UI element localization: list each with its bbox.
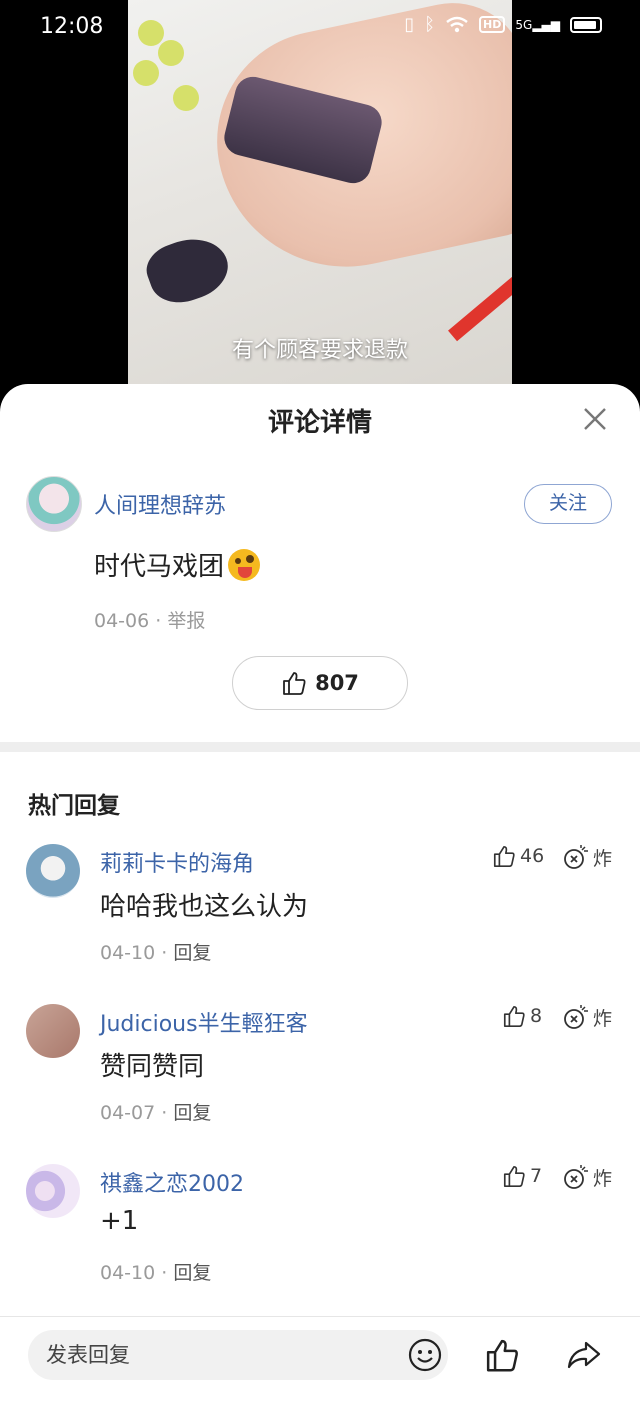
avatar[interactable] [26,476,82,532]
status-time: 12:08 [40,14,104,39]
network-label: 5G [515,17,533,32]
reply-like-count: 8 [530,1005,543,1027]
reply-like-count: 46 [520,845,545,867]
avatar[interactable] [26,1004,80,1058]
thumbs-up-icon [493,845,515,867]
avatar[interactable] [26,1164,80,1218]
bomb-label: 炸 [592,1168,612,1190]
reply-input[interactable] [46,1330,406,1380]
bomb-icon [564,1164,588,1189]
emoji-icon[interactable] [408,1338,442,1372]
reply-like-button[interactable]: 46 [492,844,544,868]
reply-meta: 04-10 · 回复 [100,1258,211,1285]
avatar[interactable] [26,844,80,898]
battery-icon [570,16,602,33]
comment-sheet: 评论详情 人间理想辞苏 关注 时代马戏团 04-06 · 举报 807 热门回复… [0,384,640,1422]
wifi-icon [446,16,468,32]
comment-author[interactable]: 人间理想辞苏 [94,488,226,520]
status-bar: 12:08 ▯ ᛒ HD 5G▂▄▆ [0,0,640,56]
reply-date: 04-07 · [100,1102,174,1124]
reply-author[interactable]: 祺鑫之恋2002 [100,1166,244,1198]
reply-item: Judicious半生輕狂客 赞同赞同 04-07 · 回复 8 炸 [0,1004,640,1154]
bomb-label: 炸 [592,1008,612,1030]
reply-input-box[interactable] [28,1330,448,1380]
thumbs-up-icon [503,1165,525,1187]
video-smear [140,228,236,312]
signal-icon: 5G▂▄▆ [515,17,560,32]
reply-like-count: 7 [530,1165,543,1187]
reply-like-button[interactable]: 7 [502,1164,542,1188]
hot-replies-title: 热门回复 [28,793,120,819]
bomb-button[interactable]: 炸 [563,1004,612,1031]
follow-button[interactable]: 关注 [524,484,612,524]
reply-item: 莉莉卡卡的海角 哈哈我也这么认为 04-10 · 回复 46 炸 [0,844,640,994]
section-divider [0,742,640,752]
reply-text: 哈哈我也这么认为 [100,892,309,922]
bomb-icon [564,1004,588,1029]
thumbs-up-icon[interactable] [484,1337,520,1373]
reply-button[interactable]: 回复 [173,1262,211,1284]
vibrate-icon: ▯ [404,14,415,35]
video-red-edge [448,272,512,342]
bottom-bar [0,1316,640,1422]
reply-date: 04-10 · [100,1262,174,1284]
sheet-title: 评论详情 [267,408,372,438]
comment-text-content: 时代马戏团 [94,552,225,582]
share-icon[interactable] [566,1337,602,1373]
bomb-button[interactable]: 炸 [563,844,612,871]
reply-text: 赞同赞同 [100,1052,205,1082]
reply-meta: 04-10 · 回复 [100,938,211,965]
reply-text: +1 [100,1206,139,1236]
reply-author[interactable]: 莉莉卡卡的海角 [100,846,254,878]
reply-item: 祺鑫之恋2002 +1 04-10 · 回复 7 炸 [0,1164,640,1314]
close-icon[interactable] [580,404,610,434]
status-icons: ▯ ᛒ HD 5G▂▄▆ [404,14,602,35]
reply-date: 04-10 · [100,942,174,964]
comment-text: 时代马戏团 [94,546,261,583]
bomb-icon [564,844,588,869]
bluetooth-icon: ᛒ [424,14,436,35]
video-subtitle: 有个顾客要求退款 [231,338,408,363]
bomb-label: 炸 [592,848,612,870]
tongue-wink-emoji-icon [228,548,261,581]
bomb-button[interactable]: 炸 [563,1164,612,1191]
like-button[interactable]: 807 [232,656,408,710]
reply-meta: 04-07 · 回复 [100,1098,211,1125]
reply-author[interactable]: Judicious半生輕狂客 [100,1006,308,1038]
thumbs-up-icon [283,672,306,695]
reply-button[interactable]: 回复 [173,1102,211,1124]
reply-button[interactable]: 回复 [173,942,211,964]
hd-icon: HD [479,16,506,33]
thumbs-up-icon [503,1005,525,1027]
comment-meta[interactable]: 04-06 · 举报 [94,606,205,633]
reply-like-button[interactable]: 8 [502,1004,542,1028]
main-comment: 人间理想辞苏 关注 时代马戏团 04-06 · 举报 807 [0,474,640,744]
like-count: 807 [315,671,359,695]
